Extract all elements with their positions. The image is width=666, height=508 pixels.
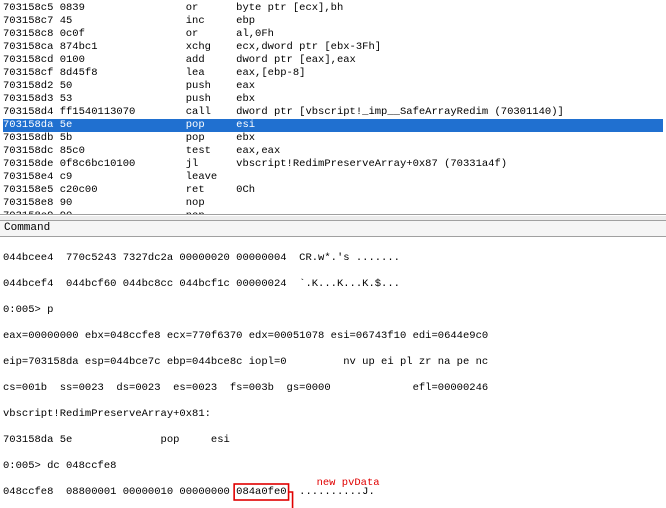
disasm-line: 703158c7 45 inc ebp <box>3 15 255 27</box>
disasm-line: 703158e5 c20c00 ret 0Ch <box>3 184 255 196</box>
disasm-line: 703158e8 90 nop <box>3 197 236 209</box>
disassembly-pane[interactable]: 703158c5 0839 or byte ptr [ecx],bh 70315… <box>0 0 666 215</box>
command-pane[interactable]: 044bcee4 770c5243 7327dc2a 00000020 0000… <box>0 237 666 508</box>
disasm-line: 703158d3 53 push ebx <box>3 93 255 105</box>
symbol-line: vbscript!RedimPreserveArray+0x81: <box>3 408 211 420</box>
mem-line: 044bcee4 770c5243 7327dc2a 00000020 0000… <box>3 252 400 264</box>
disasm-line: 703158de 0f8c6bc10100 jl vbscript!RedimP… <box>3 158 507 170</box>
disasm-line: 703158db 5b pop ebx <box>3 132 255 144</box>
disasm-line: 703158dc 85c0 test eax,eax <box>3 145 280 157</box>
disasm-line-highlighted: 703158da 5e pop esi <box>3 119 663 132</box>
disasm-line: 703158d2 50 push eax <box>3 80 255 92</box>
prompt-line: 0:005> dc 048ccfe8 <box>3 460 116 472</box>
disasm-line: 703158c8 0c0f or al,0Fh <box>3 28 274 40</box>
disasm-line: 703158cd 0100 add dword ptr [eax],eax <box>3 54 356 66</box>
instruction-line: 703158da 5e pop esi <box>3 434 230 446</box>
command-pane-header: Command <box>0 221 666 237</box>
disasm-line: 703158d4 ff1540113070 call dword ptr [vb… <box>3 106 564 118</box>
mem-line: 048ccfe8 08800001 00000010 00000000 084a… <box>3 486 375 498</box>
disasm-line: 703158e4 c9 leave <box>3 171 236 183</box>
registers-line: eax=00000000 ebx=048ccfe8 ecx=770f6370 e… <box>3 330 488 342</box>
registers-line: eip=703158da esp=044bce7c ebp=044bce8c i… <box>3 356 488 368</box>
registers-line: cs=001b ss=0023 ds=0023 es=0023 fs=003b … <box>3 382 488 394</box>
mem-line: 044bcef4 044bcf60 044bc8cc 044bcf1c 0000… <box>3 278 400 290</box>
disasm-line: 703158ca 874bc1 xchg ecx,dword ptr [ebx-… <box>3 41 381 53</box>
disasm-line: 703158cf 8d45f8 lea eax,[ebp-8] <box>3 67 305 79</box>
disasm-line: 703158c5 0839 or byte ptr [ecx],bh <box>3 2 343 14</box>
prompt-line: 0:005> p <box>3 304 53 316</box>
